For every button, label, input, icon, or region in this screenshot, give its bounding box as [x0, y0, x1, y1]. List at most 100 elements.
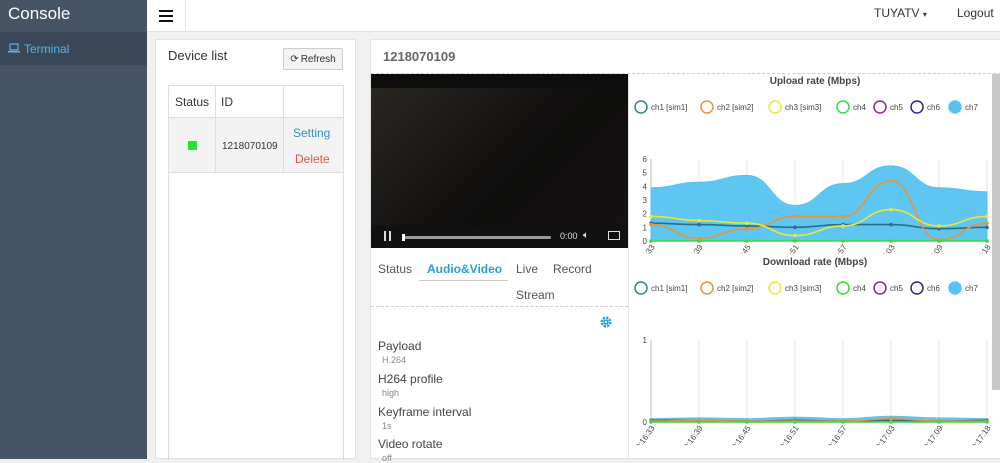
page-title: 1218070109 — [383, 49, 456, 64]
legend-label: ch3 [sim3] — [785, 103, 821, 112]
menu-icon[interactable] — [159, 10, 173, 22]
data-point — [841, 239, 845, 243]
divider — [185, 0, 186, 32]
video-player[interactable]: 0:00 🔈︎ — [371, 74, 628, 248]
seek-bar[interactable] — [402, 234, 551, 241]
data-point — [889, 420, 893, 424]
y-tick-label: 5 — [643, 169, 648, 178]
data-point — [697, 239, 701, 243]
legend-marker — [634, 100, 648, 114]
legend-label: ch6 — [927, 103, 940, 112]
data-point — [937, 239, 941, 243]
data-point — [985, 420, 989, 424]
data-point — [937, 420, 941, 424]
data-point — [793, 233, 797, 238]
series-area-ch7 — [650, 165, 988, 242]
fullscreen-icon[interactable] — [608, 231, 620, 240]
gear-icon[interactable] — [600, 316, 612, 328]
legend-marker — [873, 281, 887, 295]
user-menu[interactable]: TUYATV ▾ — [874, 6, 927, 20]
legend-label: ch5 — [890, 284, 903, 293]
data-point — [889, 222, 893, 227]
data-point — [793, 239, 797, 243]
data-point — [745, 420, 749, 424]
chart-title: Upload rate (Mbps) — [770, 76, 861, 87]
x-tick-label: 09:16:57 — [823, 424, 849, 445]
panel-title: Device list — [168, 48, 228, 63]
data-point — [697, 218, 701, 223]
laptop-icon — [8, 42, 20, 56]
data-point — [697, 420, 701, 424]
x-tick-label: 09:17:03 — [871, 424, 897, 445]
upload-chart: Upload rate (Mbps) ch1 [sim1] ch2 [sim2] ch… — [631, 76, 993, 254]
refresh-icon: ⟳ — [290, 53, 299, 65]
column-header-id: ID — [215, 86, 283, 118]
legend-label: ch5 — [890, 103, 903, 112]
download-chart: Download rate (Mbps) ch1 [sim1] ch2 [sim2]… — [631, 257, 993, 445]
data-point — [793, 214, 797, 219]
legend-marker — [910, 281, 924, 295]
logout-link[interactable]: Logout — [957, 6, 994, 20]
x-tick-label: 09:16:39 — [679, 424, 705, 445]
sidebar-item-label: Terminal — [24, 41, 70, 56]
legend-marker — [836, 100, 850, 114]
param-label: Payload — [378, 339, 422, 353]
data-point — [793, 225, 797, 230]
legend-label: ch7 — [965, 103, 978, 112]
data-point — [745, 226, 749, 231]
y-tick-label: 0 — [643, 418, 648, 427]
data-point — [649, 222, 653, 227]
legend-label: ch1 [sim1] — [651, 284, 687, 293]
legend-marker — [700, 281, 714, 295]
param-value: H.264 — [382, 355, 407, 365]
y-tick-label: 2 — [643, 210, 648, 219]
device-table: Status ID 1218070109 Setting Delete — [168, 85, 344, 460]
x-tick-label: 09:16:51 — [775, 243, 801, 254]
sidebar: Console Terminal — [0, 0, 147, 459]
tab-record[interactable]: Record — [553, 262, 592, 276]
table-row[interactable]: 1218070109 Setting Delete — [169, 118, 343, 173]
data-point — [889, 239, 893, 243]
param-label: Video rotate — [378, 437, 443, 451]
data-point — [985, 221, 989, 226]
legend-marker — [700, 100, 714, 114]
legend-label: ch1 [sim1] — [651, 103, 687, 112]
delete-link[interactable]: Delete — [295, 152, 330, 166]
device-detail-panel: 1218070109 0:00 🔈︎ Status Audio&Video Li… — [370, 39, 1000, 463]
y-tick-label: 0 — [643, 237, 648, 246]
chart-title: Download rate (Mbps) — [763, 257, 867, 268]
seek-handle[interactable] — [402, 234, 405, 241]
legend-label: ch7 — [965, 284, 978, 293]
x-tick-label: 09:17:03 — [871, 243, 897, 254]
tab-stream[interactable]: Stream — [516, 288, 555, 302]
volume-icon[interactable]: 🔈︎ — [583, 230, 589, 241]
data-point — [841, 214, 845, 219]
param-value: off — [382, 453, 392, 463]
scrollbar[interactable] — [992, 74, 1000, 390]
legend-label: ch4 — [853, 103, 866, 112]
tab-live[interactable]: Live — [516, 262, 538, 276]
sidebar-item-terminal[interactable]: Terminal — [0, 32, 147, 65]
data-point — [985, 225, 989, 230]
y-tick-label: 1 — [643, 223, 648, 232]
data-point — [841, 224, 845, 228]
legend-marker — [873, 100, 887, 114]
x-tick-label: 09:17:09 — [919, 243, 945, 254]
legend-label: ch3 [sim3] — [785, 284, 821, 293]
param-label: H264 profile — [378, 372, 443, 386]
refresh-button[interactable]: ⟳ Refresh — [283, 48, 343, 70]
data-point — [985, 214, 989, 219]
tab-audio-video[interactable]: Audio&Video — [427, 262, 502, 276]
data-point — [793, 420, 797, 424]
video-time: 0:00 — [560, 231, 578, 241]
setting-link[interactable]: Setting — [293, 126, 330, 140]
tab-status[interactable]: Status — [378, 262, 412, 276]
param-label: Keyframe interval — [378, 405, 472, 419]
data-point — [985, 239, 989, 243]
data-point — [889, 179, 893, 183]
brand-title: Console — [8, 4, 71, 23]
pause-icon[interactable] — [384, 231, 391, 241]
x-tick-label: 09:17:18 — [967, 424, 993, 445]
device-list-panel: Device list ⟳ Refresh Status ID 12180701… — [155, 39, 356, 460]
legend-marker — [836, 281, 850, 295]
